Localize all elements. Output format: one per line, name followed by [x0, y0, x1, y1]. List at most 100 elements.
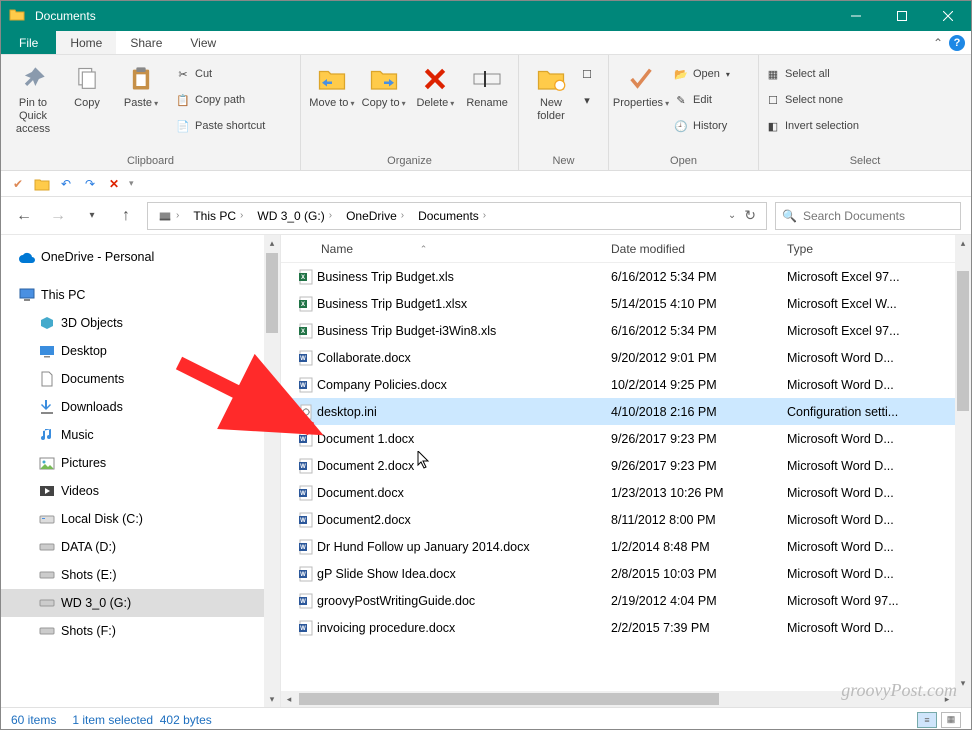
thumbnails-view-button[interactable]: ▦: [941, 712, 961, 728]
minimize-button[interactable]: [833, 1, 879, 31]
breadcrumb-item[interactable]: Documents›: [412, 203, 492, 229]
file-row[interactable]: WDocument.docx1/23/2013 10:26 PMMicrosof…: [281, 479, 971, 506]
up-button[interactable]: ↑: [113, 203, 139, 229]
collapse-ribbon-icon[interactable]: ⌃: [933, 36, 943, 50]
column-name[interactable]: Name ⌃: [321, 242, 611, 256]
edit-button[interactable]: ✎Edit: [673, 89, 730, 111]
new-folder-qat-icon[interactable]: [33, 175, 51, 193]
copy-path-button[interactable]: 📋Copy path: [175, 89, 265, 111]
file-row[interactable]: WDocument 1.docx9/26/2017 9:23 PMMicroso…: [281, 425, 971, 452]
delete-button[interactable]: Delete: [411, 59, 461, 110]
refresh-button[interactable]: ↻: [744, 207, 756, 224]
address-dropdown-icon[interactable]: ⌄: [728, 210, 736, 221]
scrollbar-thumb[interactable]: [957, 271, 969, 411]
file-tab[interactable]: File: [1, 31, 56, 54]
paste-button[interactable]: Paste: [115, 59, 167, 110]
svg-text:W: W: [300, 464, 306, 470]
file-row[interactable]: WDocument2.docx8/11/2012 8:00 PMMicrosof…: [281, 506, 971, 533]
tree-onedrive[interactable]: OneDrive - Personal: [1, 243, 280, 271]
help-icon[interactable]: ?: [949, 35, 965, 51]
share-tab[interactable]: Share: [116, 31, 176, 54]
file-row[interactable]: XBusiness Trip Budget.xls6/16/2012 5:34 …: [281, 263, 971, 290]
column-date[interactable]: Date modified: [611, 242, 787, 256]
close-button[interactable]: [925, 1, 971, 31]
breadcrumb-root-icon[interactable]: ›: [152, 203, 185, 229]
address-bar[interactable]: › This PC› WD 3_0 (G:)› OneDrive› Docume…: [147, 202, 767, 230]
search-input[interactable]: 🔍 Search Documents: [775, 202, 961, 230]
new-item-button[interactable]: ☐: [579, 63, 595, 85]
this-pc-icon: [19, 287, 35, 303]
file-type-icon: [295, 402, 317, 422]
properties-qat-icon[interactable]: ✔: [9, 175, 27, 193]
view-tab[interactable]: View: [176, 31, 230, 54]
file-row[interactable]: WgroovyPostWritingGuide.doc2/19/2012 4:0…: [281, 587, 971, 614]
recent-locations-button[interactable]: ▾: [79, 203, 105, 229]
tree-item[interactable]: 3D Objects: [1, 309, 280, 337]
delete-qat-icon[interactable]: ✕: [105, 175, 123, 193]
details-view-button[interactable]: ≡: [917, 712, 937, 728]
breadcrumb-item[interactable]: This PC›: [187, 203, 249, 229]
home-tab[interactable]: Home: [56, 31, 116, 54]
scroll-down-icon[interactable]: ▾: [955, 675, 971, 691]
tree-item[interactable]: DATA (D:): [1, 533, 280, 561]
maximize-button[interactable]: [879, 1, 925, 31]
file-row[interactable]: WCollaborate.docx9/20/2012 9:01 PMMicros…: [281, 344, 971, 371]
file-name: Document.docx: [317, 486, 611, 500]
svg-text:W: W: [300, 491, 306, 497]
file-row[interactable]: Winvoicing procedure.docx2/2/2015 7:39 P…: [281, 614, 971, 641]
history-button[interactable]: 🕘History: [673, 115, 730, 137]
easy-access-button[interactable]: ▾: [579, 89, 595, 111]
tree-item[interactable]: Shots (F:): [1, 617, 280, 645]
file-row[interactable]: WDocument 2.docx9/26/2017 9:23 PMMicroso…: [281, 452, 971, 479]
file-row[interactable]: XBusiness Trip Budget1.xlsx5/14/2015 4:1…: [281, 290, 971, 317]
tree-item[interactable]: Videos: [1, 477, 280, 505]
select-all-button[interactable]: ▦Select all: [765, 63, 859, 85]
scroll-left-icon[interactable]: ◂: [281, 691, 297, 707]
properties-button[interactable]: Properties: [615, 59, 667, 110]
copy-to-button[interactable]: Copy to: [359, 59, 409, 110]
file-date: 2/2/2015 7:39 PM: [611, 621, 787, 635]
rename-button[interactable]: Rename: [462, 59, 512, 110]
file-row[interactable]: desktop.ini4/10/2018 2:16 PMConfiguratio…: [281, 398, 971, 425]
open-button[interactable]: 📂Open▾: [673, 63, 730, 85]
move-to-button[interactable]: Move to: [307, 59, 357, 110]
redo-qat-icon[interactable]: ↷: [81, 175, 99, 193]
file-row[interactable]: XBusiness Trip Budget-i3Win8.xls6/16/201…: [281, 317, 971, 344]
copy-button[interactable]: Copy: [61, 59, 113, 110]
tree-item[interactable]: Local Disk (C:): [1, 505, 280, 533]
pin-to-quick-access-button[interactable]: Pin to Quick access: [7, 59, 59, 137]
select-none-button[interactable]: ☐Select none: [765, 89, 859, 111]
tree-item[interactable]: Pictures: [1, 449, 280, 477]
file-row[interactable]: WgP Slide Show Idea.docx2/8/2015 10:03 P…: [281, 560, 971, 587]
tree-item[interactable]: Documents: [1, 365, 280, 393]
invert-selection-button[interactable]: ◧Invert selection: [765, 115, 859, 137]
paste-shortcut-button[interactable]: 📄Paste shortcut: [175, 115, 265, 137]
file-row[interactable]: WDr Hund Follow up January 2014.docx1/2/…: [281, 533, 971, 560]
scrollbar-thumb[interactable]: [299, 693, 719, 705]
scroll-up-icon[interactable]: ▴: [955, 235, 971, 251]
breadcrumb-item[interactable]: OneDrive›: [340, 203, 410, 229]
scrollbar-thumb[interactable]: [266, 253, 278, 333]
tree-item[interactable]: WD 3_0 (G:): [1, 589, 280, 617]
back-button[interactable]: ←: [11, 203, 37, 229]
cut-button[interactable]: ✂Cut: [175, 63, 265, 85]
tree-item[interactable]: Desktop: [1, 337, 280, 365]
tree-item-icon: [39, 511, 55, 527]
undo-qat-icon[interactable]: ↶: [57, 175, 75, 193]
scroll-down-icon[interactable]: ▾: [264, 691, 280, 707]
tree-this-pc[interactable]: This PC: [1, 281, 280, 309]
column-type[interactable]: Type: [787, 242, 971, 256]
tree-item[interactable]: Shots (E:): [1, 561, 280, 589]
search-icon: 🔍: [782, 209, 797, 223]
scroll-up-icon[interactable]: ▴: [264, 235, 280, 251]
qat-dropdown-icon[interactable]: ▾: [129, 178, 134, 189]
svg-text:X: X: [301, 329, 305, 335]
sidebar-scrollbar[interactable]: ▴ ▾: [264, 235, 280, 707]
tree-item[interactable]: Downloads: [1, 393, 280, 421]
new-folder-button[interactable]: New folder: [525, 59, 577, 123]
file-scrollbar-vertical[interactable]: ▴ ▾: [955, 235, 971, 691]
forward-button[interactable]: →: [45, 203, 71, 229]
file-row[interactable]: WCompany Policies.docx10/2/2014 9:25 PMM…: [281, 371, 971, 398]
breadcrumb-item[interactable]: WD 3_0 (G:)›: [251, 203, 338, 229]
tree-item[interactable]: Music: [1, 421, 280, 449]
